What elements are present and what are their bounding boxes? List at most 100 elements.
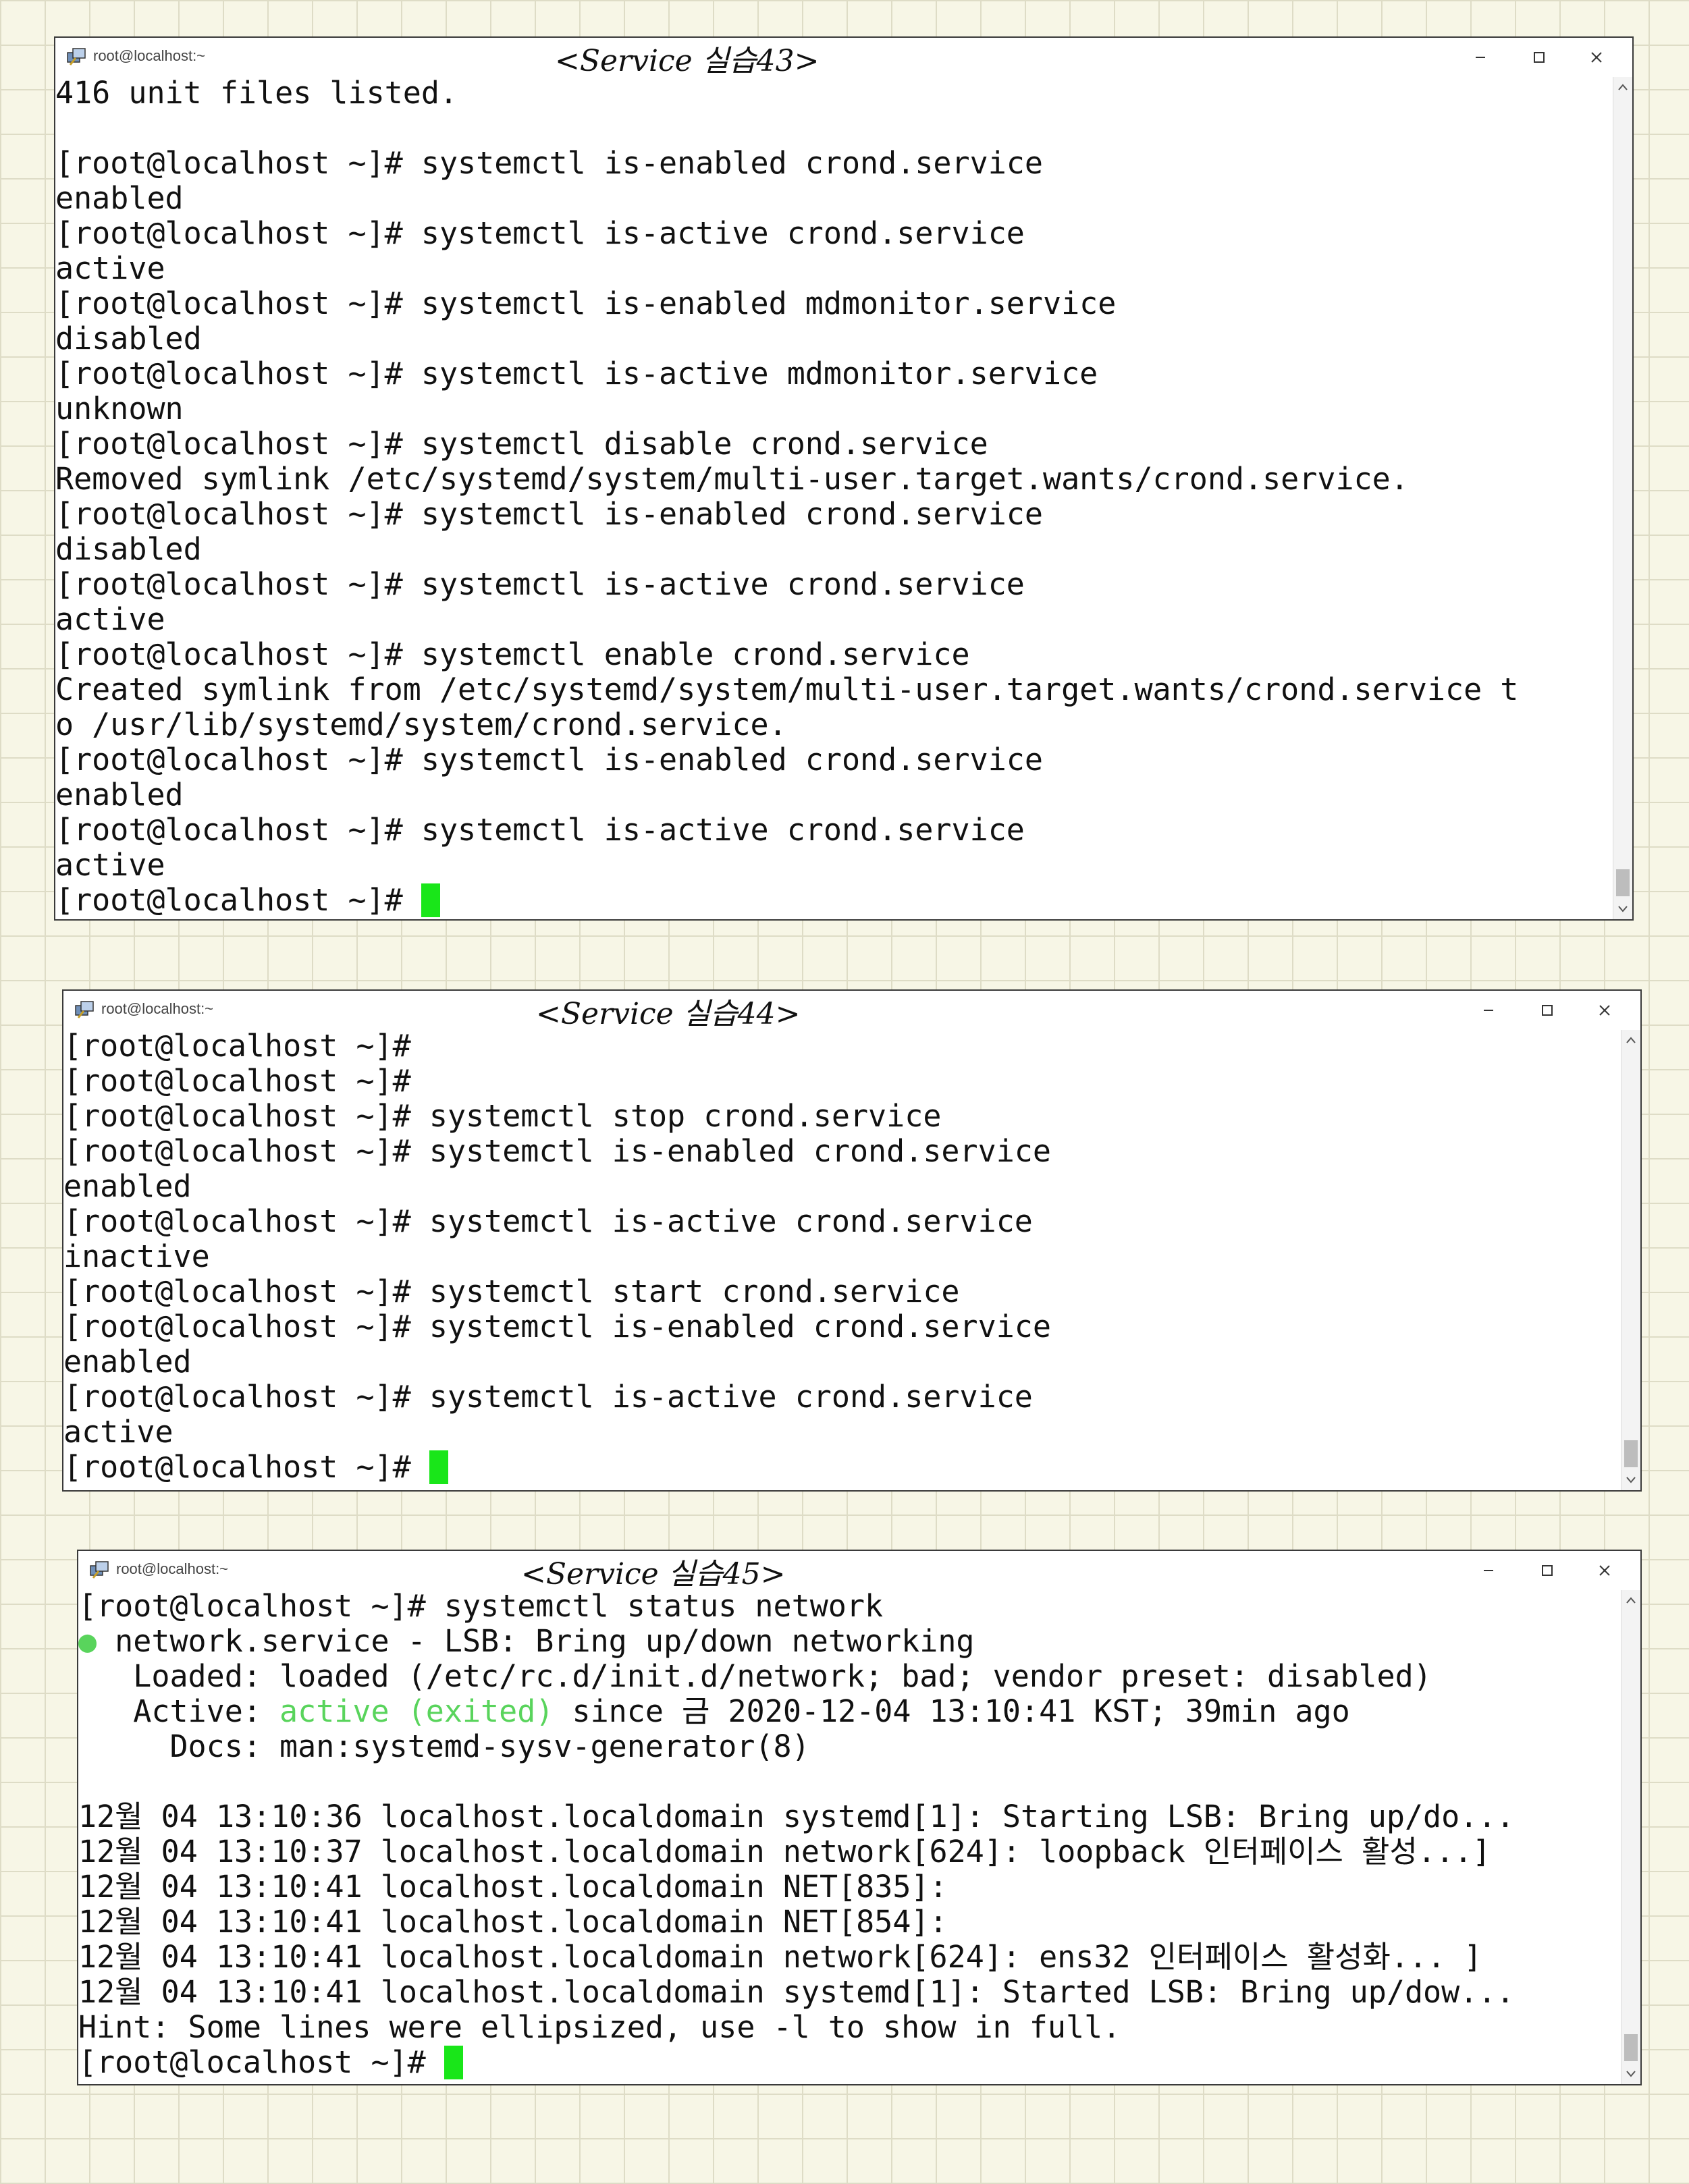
docs-line: Docs: man:systemd-sysv-generator(8) — [78, 1728, 810, 1764]
terminal-line: active — [55, 601, 165, 637]
close-icon[interactable] — [1582, 1554, 1627, 1587]
window-title: root@localhost:~ — [101, 1000, 214, 1017]
terminal-line: active — [55, 250, 165, 286]
terminal-line: [root@localhost ~]# systemctl is-active … — [63, 1203, 1033, 1239]
scroll-down-icon[interactable] — [1621, 2064, 1640, 2084]
terminal-line: [root@localhost ~]# systemctl start cron… — [63, 1274, 960, 1309]
handwritten-annotation: <Service 실습44> — [536, 997, 801, 1031]
minimize-icon[interactable] — [1466, 993, 1511, 1027]
cursor — [429, 1450, 448, 1484]
putty-icon — [67, 48, 86, 65]
scroll-down-icon[interactable] — [1621, 1470, 1640, 1490]
scroll-up-icon[interactable] — [1621, 1590, 1640, 1610]
terminal-window-3[interactable]: root@localhost:~ <Service 실습45> [root@lo… — [77, 1550, 1642, 2085]
terminal-line: active — [55, 847, 165, 883]
scroll-up-icon[interactable] — [1613, 77, 1632, 97]
minimize-icon[interactable] — [1458, 40, 1503, 74]
handwritten-annotation: <Service 실습43> — [555, 44, 820, 78]
terminal-line: enabled — [55, 777, 184, 813]
scrollbar-thumb[interactable] — [1616, 869, 1630, 896]
terminal-line: [root@localhost ~]# systemctl is-enabled… — [55, 285, 1117, 321]
terminal-output[interactable]: [root@localhost ~]# systemctl status net… — [78, 1589, 1621, 2084]
log-line: 12월 04 13:10:41 localhost.localdomain NE… — [78, 1904, 948, 1940]
terminal-line: inactive — [63, 1238, 210, 1274]
putty-icon — [90, 1561, 109, 1579]
title-bar[interactable]: root@localhost:~ — [63, 991, 1640, 1030]
terminal-window-2[interactable]: root@localhost:~ <Service 실습44> [root@lo… — [62, 989, 1642, 1492]
title-bar[interactable]: root@localhost:~ — [55, 38, 1632, 77]
terminal-line: [root@localhost ~]# systemctl is-enabled… — [55, 496, 1043, 532]
handwritten-annotation: <Service 실습45> — [521, 1557, 786, 1591]
hint-line: Hint: Some lines were ellipsized, use -l… — [78, 2009, 1121, 2045]
scrollbar[interactable] — [1613, 77, 1632, 919]
terminal-line: Created symlink from /etc/systemd/system… — [55, 672, 1519, 707]
scroll-down-icon[interactable] — [1613, 899, 1632, 919]
prompt-line[interactable]: [root@localhost ~]# — [78, 2045, 1621, 2080]
terminal-line: [root@localhost ~]# systemctl is-active … — [55, 215, 1025, 251]
window-title: root@localhost:~ — [93, 47, 206, 64]
terminal-line: [root@localhost ~]# systemctl enable cro… — [55, 636, 970, 672]
terminal-line: [root@localhost ~]# — [63, 1029, 411, 1064]
terminal-line: [root@localhost ~]# systemctl is-enabled… — [63, 1309, 1051, 1344]
terminal-line: o /usr/lib/systemd/system/crond.service. — [55, 707, 787, 742]
log-line: 12월 04 13:10:37 localhost.localdomain ne… — [78, 1834, 1491, 1869]
terminal-line: active — [63, 1414, 173, 1450]
loaded-line: Loaded: loaded (/etc/rc.d/init.d/network… — [78, 1658, 1432, 1694]
terminal-line: [root@localhost ~]# systemctl is-enabled… — [55, 145, 1043, 181]
minimize-icon[interactable] — [1466, 1554, 1511, 1587]
terminal-line: [root@localhost ~]# systemctl is-active … — [63, 1379, 1033, 1415]
terminal-line: enabled — [55, 180, 184, 216]
terminal-line: enabled — [63, 1168, 192, 1204]
maximize-icon[interactable] — [1524, 993, 1569, 1027]
close-icon[interactable] — [1582, 993, 1627, 1027]
cursor — [444, 2046, 463, 2079]
prompt-line[interactable]: [root@localhost ~]# — [63, 1450, 1621, 1485]
maximize-icon[interactable] — [1524, 1554, 1569, 1587]
scrollbar[interactable] — [1621, 1590, 1640, 2084]
cursor — [421, 883, 440, 917]
terminal-line: enabled — [63, 1344, 192, 1380]
terminal-output[interactable]: 416 unit files listed. [root@localhost ~… — [55, 76, 1613, 919]
terminal-line: [root@localhost ~]# systemctl status net… — [78, 1589, 884, 1624]
maximize-icon[interactable] — [1516, 40, 1561, 74]
active-since: since 금 2020-12-04 13:10:41 KST; 39min a… — [554, 1693, 1350, 1729]
title-bar[interactable]: root@localhost:~ — [78, 1551, 1640, 1590]
active-label: Active: — [78, 1693, 280, 1729]
window-title: root@localhost:~ — [116, 1560, 229, 1577]
terminal-line: [root@localhost ~]# systemctl is-active … — [55, 356, 1098, 391]
putty-icon — [75, 1001, 94, 1018]
close-icon[interactable] — [1574, 40, 1619, 74]
prompt: [root@localhost ~]# — [63, 1449, 429, 1485]
terminal-line: [root@localhost ~]# systemctl is-active … — [55, 566, 1025, 602]
prompt-line[interactable]: [root@localhost ~]# — [55, 883, 1613, 918]
service-line: ● network.service - LSB: Bring up/down n… — [78, 1624, 1621, 1659]
terminal-line: unknown — [55, 391, 184, 427]
terminal-line: [root@localhost ~]# systemctl disable cr… — [55, 426, 988, 462]
terminal-line: [root@localhost ~]# systemctl is-active … — [55, 812, 1025, 848]
terminal-line: disabled — [55, 321, 202, 356]
log-line: 12월 04 13:10:36 localhost.localdomain sy… — [78, 1799, 1515, 1834]
terminal-line: Removed symlink /etc/systemd/system/mult… — [55, 461, 1409, 497]
terminal-window-1[interactable]: root@localhost:~ <Service 실습43> 416 unit… — [54, 36, 1634, 921]
terminal-line: 416 unit files listed. — [55, 76, 458, 111]
scroll-up-icon[interactable] — [1621, 1030, 1640, 1050]
status-dot: ● — [78, 1623, 97, 1659]
service-text: network.service - LSB: Bring up/down net… — [97, 1623, 975, 1659]
terminal-line: [root@localhost ~]# systemctl stop crond… — [63, 1098, 942, 1134]
scrollbar-thumb[interactable] — [1624, 2034, 1638, 2061]
log-line: 12월 04 13:10:41 localhost.localdomain ne… — [78, 1939, 1482, 1975]
terminal-output[interactable]: [root@localhost ~]# [root@localhost ~]# … — [63, 1029, 1621, 1490]
active-state: active (exited) — [279, 1693, 554, 1729]
prompt: [root@localhost ~]# — [55, 882, 421, 918]
prompt: [root@localhost ~]# — [78, 2044, 444, 2080]
terminal-line: [root@localhost ~]# systemctl is-enabled… — [55, 742, 1043, 777]
terminal-line: [root@localhost ~]# — [63, 1063, 411, 1099]
scrollbar[interactable] — [1621, 1030, 1640, 1490]
active-line: Active: active (exited) since 금 2020-12-… — [78, 1694, 1621, 1729]
terminal-line: [root@localhost ~]# systemctl is-enabled… — [63, 1133, 1051, 1169]
terminal-line: disabled — [55, 531, 202, 567]
scrollbar-thumb[interactable] — [1624, 1440, 1638, 1467]
log-line: 12월 04 13:10:41 localhost.localdomain sy… — [78, 1974, 1515, 2010]
